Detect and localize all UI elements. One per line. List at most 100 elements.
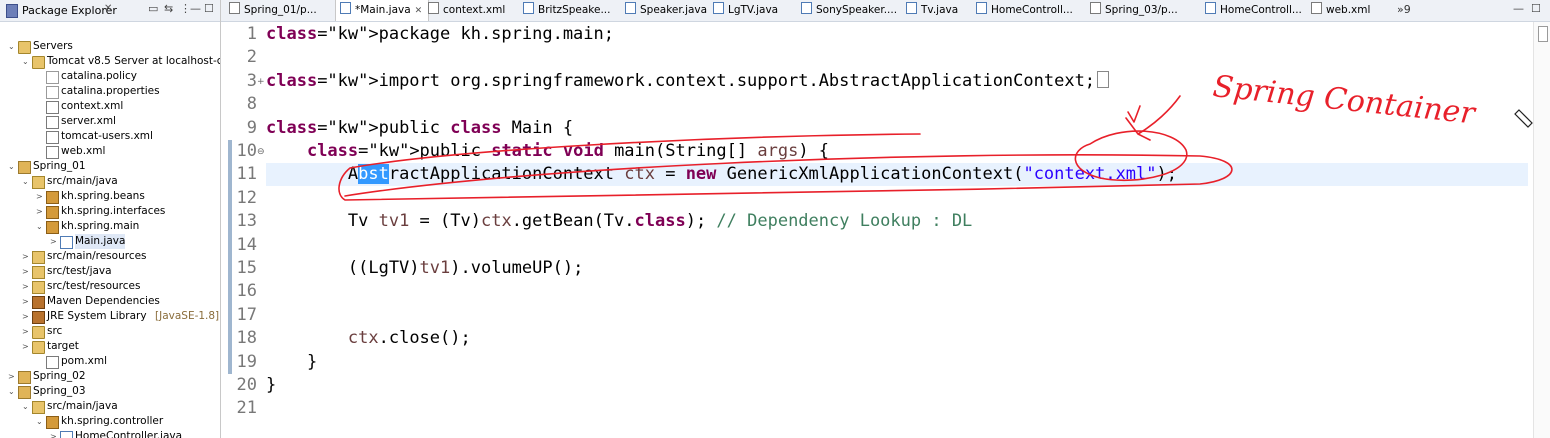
code-line[interactable]: ctx.close(); [266, 327, 471, 350]
editor-tab[interactable]: context.xml [424, 0, 522, 21]
tree-item[interactable]: > kh.spring.interfaces [0, 204, 220, 219]
line-number: 19 [236, 351, 257, 372]
expand-toggle-icon[interactable]: > [36, 189, 44, 204]
editor-tab[interactable]: Speaker.java [621, 0, 711, 21]
editor-tab[interactable]: Tv.java [902, 0, 974, 21]
code-editor[interactable]: 1 2 3 +8 9 10 ⊖ 11 12 13 14 15 16 17 18 19 20 21 class="k… [221, 22, 1550, 438]
editor-tab[interactable]: LgTV.java [709, 0, 799, 21]
line-number: 20 [236, 375, 257, 395]
collapse-all-icon[interactable]: ▭ [148, 2, 158, 15]
tree-item[interactable]: > Maven Dependencies [0, 294, 220, 309]
editor-tab[interactable]: BritzSpeake... [519, 0, 623, 21]
expand-toggle-icon[interactable]: > [22, 309, 30, 324]
expand-toggle-icon[interactable]: > [36, 204, 44, 219]
tree-item[interactable]: tomcat-users.xml [0, 129, 220, 144]
tree-item[interactable]: pom.xml [0, 354, 220, 369]
folded-imports-marker[interactable] [1097, 70, 1110, 88]
code-line[interactable]: class="kw">public class Main { [266, 117, 573, 140]
tree-item-label: Tomcat v8.5 Server at localhost-config [47, 55, 220, 67]
expand-toggle-icon[interactable]: ⌄ [36, 414, 44, 429]
close-tab-icon[interactable]: ✕ [415, 6, 423, 16]
code-line[interactable]: ((LgTV)tv1).volumeUP(); [266, 257, 583, 280]
tree-item[interactable]: > HomeController.java [0, 429, 220, 438]
expand-toggle-icon[interactable]: > [8, 369, 16, 384]
editor-tab[interactable]: Spring_01/p... [225, 0, 337, 21]
tree-item[interactable]: web.xml [0, 144, 220, 159]
editor-tab[interactable]: web.xml [1307, 0, 1391, 21]
folder-icon [32, 56, 45, 69]
expand-fold-icon[interactable]: + [257, 77, 265, 87]
code-line[interactable]: AbstractApplicationContext ctx = new Gen… [266, 163, 1528, 187]
expand-toggle-icon[interactable]: > [22, 294, 30, 309]
file-icon [46, 71, 59, 84]
code-line[interactable]: Tv tv1 = (Tv)ctx.getBean(Tv.class); // D… [266, 210, 972, 233]
expand-toggle-icon[interactable]: ⌄ [8, 159, 16, 174]
tab-overflow-button[interactable]: »9 [1397, 3, 1411, 16]
tree-item[interactable]: > src/test/java [0, 264, 220, 279]
tree-item[interactable]: ⌄ Tomcat v8.5 Server at localhost-config [0, 54, 220, 69]
scrollbar-thumb[interactable] [1538, 26, 1548, 42]
change-marker [228, 210, 232, 234]
expand-toggle-icon[interactable]: ⌄ [22, 54, 30, 69]
minimize-icon[interactable]: — [190, 2, 201, 15]
tree-item[interactable]: ⌄ Servers [0, 39, 220, 54]
code-line[interactable]: class="kw">package kh.spring.main; [266, 23, 614, 46]
code-line[interactable]: } [266, 351, 317, 374]
line-number: 11 [236, 164, 257, 185]
change-marker [228, 257, 232, 281]
expand-toggle-icon[interactable]: ⌄ [8, 384, 16, 399]
expand-toggle-icon[interactable]: > [50, 429, 58, 438]
editor-tab[interactable]: Spring_03/p... [1086, 0, 1204, 21]
change-marker [228, 327, 232, 351]
tree-item-label: catalina.policy [61, 70, 137, 82]
expand-toggle-icon[interactable]: > [22, 264, 30, 279]
tree-item[interactable]: > Spring_02 [0, 369, 220, 384]
expand-toggle-icon[interactable]: > [22, 324, 30, 339]
editor-tab[interactable]: SonySpeaker.... [797, 0, 905, 21]
tree-item[interactable]: > target [0, 339, 220, 354]
tree-item[interactable]: context.xml [0, 99, 220, 114]
expand-toggle-icon[interactable]: ⌄ [36, 219, 44, 234]
editor-tab[interactable]: *Main.java ✕ [335, 0, 429, 21]
tree-item[interactable]: ⌄ kh.spring.controller [0, 414, 220, 429]
editor-tab[interactable]: HomeControll... [1201, 0, 1309, 21]
expand-toggle-icon[interactable]: > [50, 234, 58, 249]
tree-item[interactable]: > src/test/resources [0, 279, 220, 294]
tree-item[interactable]: ⌄ Spring_01 [0, 159, 220, 174]
minimize-icon[interactable]: — [1513, 2, 1524, 15]
tree-item[interactable]: > Main.java [0, 234, 220, 249]
vertical-scrollbar[interactable] [1533, 22, 1550, 438]
tree-item[interactable]: catalina.properties [0, 84, 220, 99]
maximize-icon[interactable]: ☐ [204, 2, 214, 15]
editor-tab-label: Speaker.java [640, 4, 708, 16]
tree-item[interactable]: ⌄ src/main/java [0, 399, 220, 414]
expand-toggle-icon[interactable]: ⌄ [22, 174, 30, 189]
tree-item[interactable]: > src [0, 324, 220, 339]
editor-tab[interactable]: HomeControll... [972, 0, 1088, 21]
package-explorer-title[interactable]: Package Explorer [22, 4, 117, 17]
tree-item[interactable]: > JRE System Library [JavaSE-1.8] [0, 309, 220, 324]
tree-item-label: Main.java [75, 234, 126, 249]
tree-item[interactable]: ⌄ src/main/java [0, 174, 220, 189]
code-line[interactable]: class="kw">public static void main(Strin… [266, 140, 829, 163]
close-icon[interactable]: ✕ [104, 3, 112, 14]
expand-toggle-icon[interactable]: > [22, 279, 30, 294]
tree-item[interactable]: server.xml [0, 114, 220, 129]
expand-toggle-icon[interactable]: > [22, 339, 30, 354]
collapse-fold-icon[interactable]: ⊖ [257, 147, 265, 157]
expand-toggle-icon[interactable]: > [22, 249, 30, 264]
link-editor-icon[interactable]: ⇆ [164, 2, 173, 15]
code-line[interactable]: class="kw">import org.springframework.co… [266, 70, 1110, 93]
file-icon [46, 86, 59, 99]
tree-item[interactable]: ⌄ kh.spring.main [0, 219, 220, 234]
tree-item[interactable]: > kh.spring.beans [0, 189, 220, 204]
editor-tab-label: context.xml [443, 4, 506, 16]
tree-item[interactable]: catalina.policy [0, 69, 220, 84]
expand-toggle-icon[interactable]: ⌄ [8, 39, 16, 54]
expand-toggle-icon[interactable]: ⌄ [22, 399, 30, 414]
tree-item[interactable]: ⌄ Spring_03 [0, 384, 220, 399]
tree-item[interactable]: > src/main/resources [0, 249, 220, 264]
code-area[interactable]: class="kw">package kh.spring.main; class=… [266, 22, 1550, 438]
code-line[interactable]: } [266, 374, 276, 397]
maximize-icon[interactable]: ☐ [1531, 2, 1541, 15]
